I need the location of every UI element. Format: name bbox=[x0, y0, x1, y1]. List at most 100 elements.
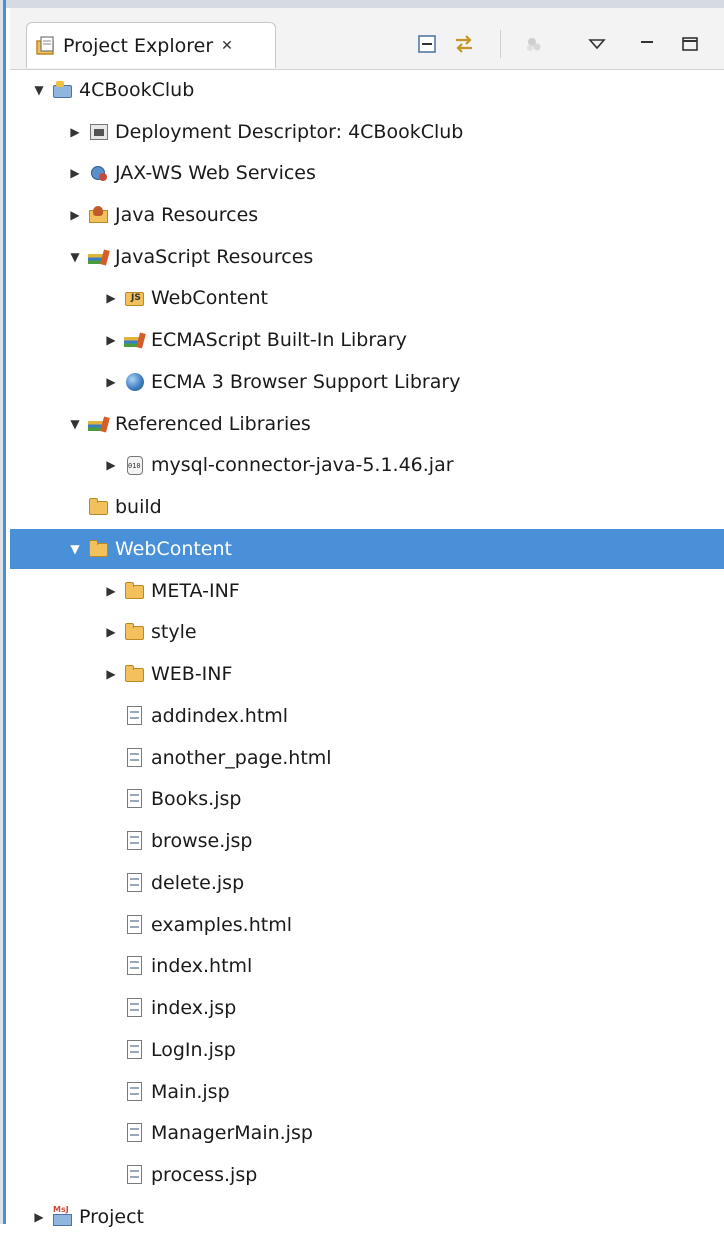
collapse-arrow-icon[interactable]: ▶ bbox=[102, 373, 120, 391]
project-explorer-icon bbox=[35, 35, 57, 57]
msj-project-icon bbox=[52, 1205, 74, 1228]
tree-item-label: browse.jsp bbox=[151, 830, 253, 852]
collapse-arrow-icon[interactable]: ▶ bbox=[30, 1208, 48, 1226]
arrow-spacer bbox=[102, 1166, 120, 1184]
tree-item[interactable]: ManagerMain.jsp bbox=[10, 1113, 724, 1153]
file-icon bbox=[124, 1122, 146, 1144]
view-header: Project Explorer ✕ bbox=[10, 8, 724, 70]
tree-item[interactable]: Books.jsp bbox=[10, 779, 724, 819]
arrow-spacer bbox=[102, 999, 120, 1017]
tree-node[interactable]: ▼ 4CBookClub bbox=[10, 70, 724, 110]
tree-item-label: index.jsp bbox=[151, 997, 237, 1019]
tree-item-label: ECMAScript Built-In Library bbox=[151, 329, 407, 351]
jar-icon bbox=[124, 454, 146, 476]
tree-node[interactable]: ▶ style bbox=[10, 612, 724, 652]
toolbar-separator bbox=[500, 30, 501, 58]
tree-item-label: Java Resources bbox=[115, 204, 259, 226]
collapse-arrow-icon[interactable]: ▶ bbox=[66, 206, 84, 224]
filter-icon[interactable] bbox=[522, 32, 546, 56]
arrow-spacer bbox=[102, 1124, 120, 1142]
tree-item-label: build bbox=[115, 496, 162, 518]
tree-node[interactable]: ▶ ECMA 3 Browser Support Library bbox=[10, 362, 724, 402]
arrow-spacer bbox=[102, 1041, 120, 1059]
tree-node[interactable]: ▶ JAX-WS Web Services bbox=[10, 153, 724, 193]
tree-item[interactable]: Main.jsp bbox=[10, 1072, 724, 1112]
file-icon bbox=[124, 747, 146, 769]
tree-item[interactable]: build bbox=[10, 487, 724, 527]
collapse-arrow-icon[interactable]: ▶ bbox=[102, 289, 120, 307]
tree-node[interactable]: ▶ Project bbox=[10, 1197, 724, 1237]
collapse-arrow-icon[interactable]: ▶ bbox=[66, 164, 84, 182]
tree-node[interactable]: ▼ WebContent bbox=[10, 529, 724, 569]
tree-item-label: index.html bbox=[151, 955, 253, 977]
file-icon bbox=[124, 1039, 146, 1061]
tree-item[interactable]: another_page.html bbox=[10, 738, 724, 778]
tree-item-label: Main.jsp bbox=[151, 1081, 230, 1103]
tree-node[interactable]: ▶ ECMAScript Built-In Library bbox=[10, 320, 724, 360]
arrow-spacer bbox=[102, 916, 120, 934]
tree-node[interactable]: ▶ Deployment Descriptor: 4CBookClub bbox=[10, 112, 724, 152]
minimize-icon[interactable] bbox=[635, 32, 659, 56]
close-icon[interactable]: ✕ bbox=[221, 38, 233, 54]
web-services-icon bbox=[88, 162, 110, 184]
arrow-spacer bbox=[102, 957, 120, 975]
file-icon bbox=[124, 1081, 146, 1103]
view-menu-icon[interactable] bbox=[585, 32, 609, 56]
tree-node[interactable]: ▼ JavaScript Resources bbox=[10, 237, 724, 277]
tree-item[interactable]: delete.jsp bbox=[10, 863, 724, 903]
arrow-spacer bbox=[102, 707, 120, 725]
tree-item[interactable]: LogIn.jsp bbox=[10, 1030, 724, 1070]
file-icon bbox=[124, 705, 146, 727]
collapse-arrow-icon[interactable]: ▶ bbox=[66, 123, 84, 141]
expand-arrow-icon[interactable]: ▼ bbox=[66, 248, 84, 266]
java-resources-icon bbox=[88, 204, 110, 226]
file-icon bbox=[124, 955, 146, 977]
tree-item[interactable]: index.jsp bbox=[10, 988, 724, 1028]
tree-item-label: Project bbox=[79, 1206, 145, 1228]
collapse-all-icon[interactable] bbox=[415, 32, 439, 56]
library-icon bbox=[124, 329, 146, 351]
file-icon bbox=[124, 830, 146, 852]
arrow-spacer bbox=[102, 874, 120, 892]
folder-icon bbox=[88, 496, 110, 518]
collapse-arrow-icon[interactable]: ▶ bbox=[102, 623, 120, 641]
collapse-arrow-icon[interactable]: ▶ bbox=[102, 331, 120, 349]
tree-node[interactable]: ▶ WEB-INF bbox=[10, 654, 724, 694]
tree-item-label: Books.jsp bbox=[151, 788, 242, 810]
tree-item-label: Referenced Libraries bbox=[115, 413, 311, 435]
collapse-arrow-icon[interactable]: ▶ bbox=[102, 582, 120, 600]
collapse-arrow-icon[interactable]: ▶ bbox=[102, 456, 120, 474]
file-icon bbox=[124, 1164, 146, 1186]
folder-icon bbox=[124, 580, 146, 602]
tree-item-label: META-INF bbox=[151, 580, 240, 602]
expand-arrow-icon[interactable]: ▼ bbox=[30, 81, 48, 99]
link-with-editor-icon[interactable] bbox=[452, 32, 476, 56]
file-icon bbox=[124, 872, 146, 894]
arrow-spacer bbox=[66, 498, 84, 516]
maximize-icon[interactable] bbox=[678, 32, 702, 56]
collapse-arrow-icon[interactable]: ▶ bbox=[102, 665, 120, 683]
tree-item[interactable]: process.jsp bbox=[10, 1155, 724, 1195]
tree-item-label: WEB-INF bbox=[151, 663, 233, 685]
view-title: Project Explorer bbox=[63, 34, 214, 57]
tree-item-label: ManagerMain.jsp bbox=[151, 1122, 313, 1144]
tree-item-label: style bbox=[151, 621, 197, 643]
tab-project-explorer[interactable]: Project Explorer ✕ bbox=[26, 22, 276, 68]
tree-node[interactable]: ▶ WebContent bbox=[10, 278, 724, 318]
tree-item-label: Deployment Descriptor: 4CBookClub bbox=[115, 121, 464, 143]
tree-item[interactable]: examples.html bbox=[10, 905, 724, 945]
expand-arrow-icon[interactable]: ▼ bbox=[66, 540, 84, 558]
tree-node[interactable]: ▶ Java Resources bbox=[10, 195, 724, 235]
tree-item[interactable]: addindex.html bbox=[10, 696, 724, 736]
expand-arrow-icon[interactable]: ▼ bbox=[66, 415, 84, 433]
tree-node[interactable]: ▶ mysql-connector-java-5.1.46.jar bbox=[10, 445, 724, 485]
tree-node[interactable]: ▶ META-INF bbox=[10, 571, 724, 611]
js-folder-icon bbox=[124, 287, 146, 309]
tree-item-label: JavaScript Resources bbox=[115, 246, 314, 268]
tree-item[interactable]: browse.jsp bbox=[10, 821, 724, 861]
tree-item-label: ECMA 3 Browser Support Library bbox=[151, 371, 461, 393]
tree-item[interactable]: index.html bbox=[10, 946, 724, 986]
window-left-border bbox=[0, 0, 6, 1224]
tree-item-label: examples.html bbox=[151, 914, 292, 936]
tree-node[interactable]: ▼ Referenced Libraries bbox=[10, 404, 724, 444]
